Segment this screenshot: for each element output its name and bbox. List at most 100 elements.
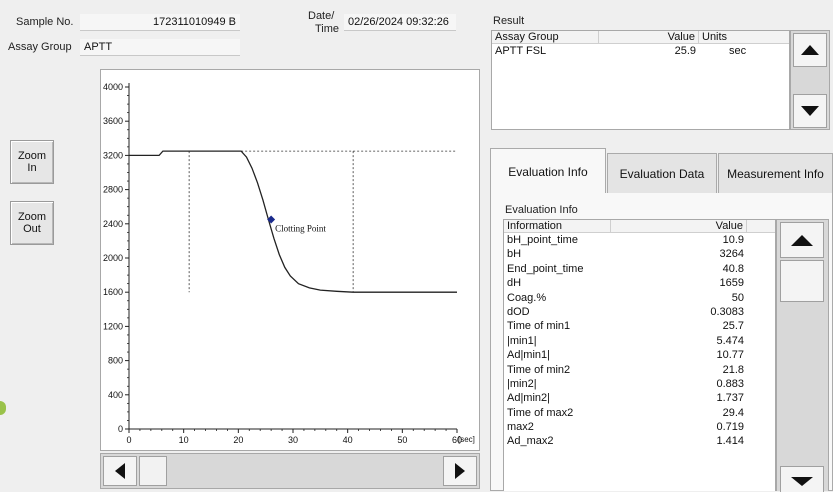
table-row[interactable]: |min2| 0.883 (504, 377, 775, 391)
table-row[interactable]: End_point_time 40.8 (504, 262, 775, 276)
eval-scroll-up-button[interactable] (780, 222, 824, 258)
scroll-right-button[interactable] (443, 456, 477, 486)
eval-info-cell: |min2| (507, 377, 537, 390)
eval-info-cell: max2 (507, 421, 534, 434)
zoom-in-line1: Zoom (17, 150, 47, 162)
side-indicator (0, 401, 6, 415)
eval-info-cell: Ad_max2 (507, 435, 554, 448)
eval-info-cell: Time of min1 (507, 320, 571, 333)
result-col-value: Value (599, 31, 699, 43)
eval-value-cell: 0.883 (716, 377, 744, 390)
evaluation-info-table: Information Value bH_point_time 10.9 bH 326… (503, 219, 776, 491)
y-tick-label: 400 (108, 390, 123, 400)
zoom-out-line1: Zoom (17, 211, 47, 223)
eval-value-cell: 10.9 (722, 234, 744, 246)
reaction-curve-line (129, 150, 457, 293)
table-row[interactable]: Ad|min1| 10.77 (504, 348, 775, 362)
chart-hscrollbar[interactable] (100, 453, 480, 489)
eval-info-cell: |min1| (507, 334, 537, 347)
eval-value-cell: 10.77 (716, 349, 744, 362)
table-row[interactable]: Ad_max2 1.414 (504, 434, 775, 448)
arrow-down-icon (801, 106, 819, 116)
table-row[interactable]: Time of min1 25.7 (504, 319, 775, 333)
y-tick-label: 3600 (103, 116, 123, 126)
arrow-up-icon (791, 234, 813, 246)
assay-group-label: Assay Group (8, 41, 72, 53)
zoom-out-line2: Out (23, 223, 41, 235)
tab-measurement-info[interactable]: Measurement Info (718, 153, 833, 193)
eval-col-information: Information (504, 220, 611, 232)
table-row[interactable]: |min1| 5.474 (504, 334, 775, 348)
zoom-out-button[interactable]: Zoom Out (10, 201, 54, 245)
table-row[interactable]: APTT FSL 25.9 sec (492, 44, 789, 58)
result-table: Assay Group Value Units APTT FSL 25.9 se… (491, 30, 790, 130)
eval-value-cell: 25.7 (722, 320, 744, 333)
table-row[interactable]: dH 1659 (504, 276, 775, 290)
eval-info-cell: bH_point_time (507, 234, 578, 246)
eval-value-cell: 50 (731, 291, 744, 304)
arrow-right-icon (455, 463, 465, 479)
eval-value-cell: 3264 (719, 248, 744, 261)
y-tick-label: 4000 (103, 82, 123, 92)
eval-info-cell: End_point_time (507, 262, 584, 275)
table-row[interactable]: dOD 0.3083 (504, 305, 775, 319)
eval-info-cell: Coag.% (507, 291, 547, 304)
eval-scroll-down-button[interactable] (780, 466, 824, 492)
result-table-header: Assay Group Value Units (492, 31, 789, 44)
clotting-point-marker (267, 215, 276, 224)
table-row[interactable]: bH_point_time 10.9 (504, 233, 775, 247)
eval-value-cell: 40.8 (722, 262, 744, 275)
result-assay-cell: APTT FSL (495, 45, 547, 57)
y-tick-label: 0 (118, 424, 123, 434)
eval-info-cell: dH (507, 277, 522, 290)
table-row[interactable]: bH 3264 (504, 247, 775, 261)
eval-value-cell: 1659 (719, 277, 744, 290)
reaction-curve-chart: 0 400 800 1200 1600 2000 2400 2800 3200 3600 4000 0… (103, 82, 475, 445)
result-units-cell: sec (729, 45, 747, 57)
table-row[interactable]: Ad|min2| 1.737 (504, 391, 775, 405)
table-row[interactable]: Coag.% 50 (504, 291, 775, 305)
tab-evaluation-data[interactable]: Evaluation Data (607, 153, 717, 193)
eval-value-cell: 1.414 (716, 435, 744, 448)
evaluation-info-group-label: Evaluation Info (505, 204, 578, 216)
y-tick-label: 2000 (103, 253, 123, 263)
sample-no-value: 172311010949 B (80, 14, 240, 31)
result-scroll-up-button[interactable] (793, 33, 827, 67)
arrow-down-icon (791, 477, 813, 486)
table-row[interactable]: Time of min2 21.8 (504, 363, 775, 377)
y-tick-label: 3200 (103, 150, 123, 160)
eval-scrollbar[interactable] (776, 219, 829, 492)
y-tick-label: 1600 (103, 287, 123, 297)
scroll-thumb[interactable] (139, 456, 167, 486)
x-tick-label: 20 (233, 435, 243, 445)
eval-col-value: Value (611, 220, 747, 232)
scroll-left-button[interactable] (103, 456, 137, 486)
zoom-in-button[interactable]: Zoom In (10, 140, 54, 184)
sample-no-label: Sample No. (16, 16, 74, 28)
x-tick-label: 50 (397, 435, 407, 445)
table-row[interactable]: max2 0.719 (504, 420, 775, 434)
result-title: Result (493, 15, 525, 27)
reaction-curve-panel: 0 400 800 1200 1600 2000 2400 2800 3200 3600 4000 0… (100, 69, 480, 451)
table-row[interactable]: Time of max2 29.4 (504, 406, 775, 420)
y-tick-label: 2800 (103, 185, 123, 195)
arrow-left-icon (115, 463, 125, 479)
eval-value-cell: 0.719 (716, 421, 744, 434)
x-axis-label: [sec] (458, 435, 475, 444)
result-col-units: Units (702, 31, 728, 43)
x-tick-label: 0 (126, 435, 131, 445)
result-scrollbar[interactable] (790, 30, 830, 130)
result-scroll-down-button[interactable] (793, 94, 827, 128)
eval-value-cell: 0.3083 (710, 305, 744, 318)
x-tick-label: 10 (179, 435, 189, 445)
y-tick-label: 2400 (103, 219, 123, 229)
eval-scroll-thumb[interactable] (780, 260, 824, 302)
eval-info-cell: Ad|min2| (507, 392, 551, 405)
y-tick-label: 800 (108, 356, 123, 366)
x-tick-label: 30 (288, 435, 298, 445)
zoom-in-line2: In (27, 162, 37, 174)
eval-info-cell: Time of min2 (507, 363, 571, 376)
eval-rows: bH_point_time 10.9 bH 3264 End_point_time 40.… (504, 233, 775, 449)
tab-evaluation-info[interactable]: Evaluation Info (490, 148, 606, 194)
eval-info-cell: bH (507, 248, 522, 261)
